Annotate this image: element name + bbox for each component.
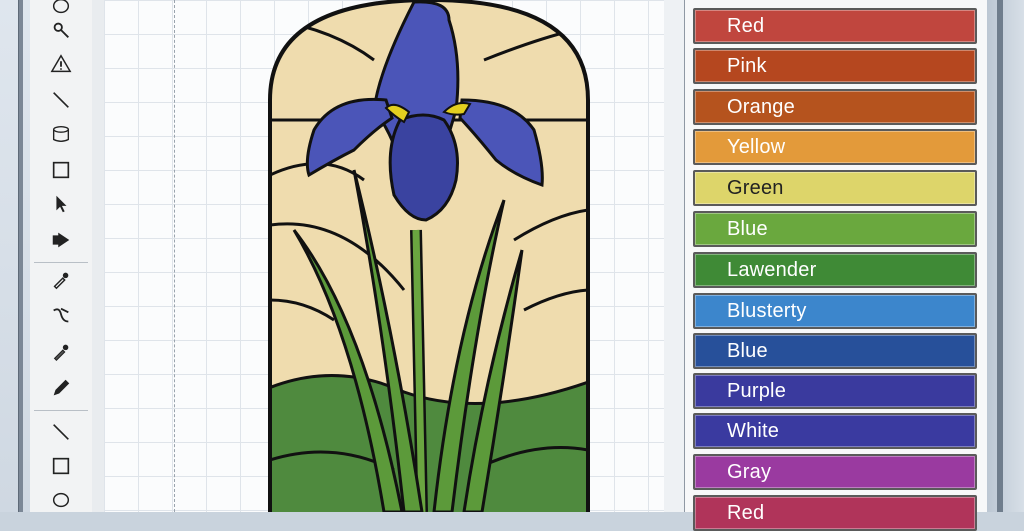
color-swatch-label: Lawender <box>727 259 817 281</box>
color-swatch-label: Purple <box>727 380 787 402</box>
window-right-edge <box>987 0 1024 512</box>
pencil-icon[interactable] <box>36 372 86 404</box>
window-rail-right <box>997 0 1003 512</box>
color-swatch-blusterty[interactable]: Blusterty <box>693 293 977 329</box>
color-swatch-label: Red <box>727 502 765 524</box>
cylinder-icon[interactable] <box>36 118 86 150</box>
rectangle-icon[interactable] <box>36 154 86 186</box>
color-swatch-label: Gray <box>727 461 772 483</box>
pen-icon[interactable] <box>36 14 86 46</box>
color-swatch-label: Orange <box>727 96 795 118</box>
color-swatch-blue[interactable]: Blue <box>693 211 977 247</box>
color-swatch-label: Blue <box>727 218 768 240</box>
color-swatch-label: Yellow <box>727 136 786 158</box>
color-swatch-label: Red <box>727 15 765 37</box>
window-left-edge <box>0 0 31 512</box>
color-swatch-gray[interactable]: Gray <box>693 454 977 490</box>
color-swatch-purple[interactable]: Purple <box>693 373 977 409</box>
color-swatch-label: Pink <box>727 55 767 77</box>
color-swatch-red[interactable]: Red <box>693 495 977 531</box>
eyedropper-icon[interactable] <box>36 264 86 296</box>
color-swatch-pink[interactable]: Pink <box>693 48 977 84</box>
color-swatch-blue[interactable]: Blue <box>693 333 977 369</box>
color-swatch-label: White <box>727 420 780 442</box>
color-swatch-yellow[interactable]: Yellow <box>693 129 977 165</box>
dropper-icon[interactable] <box>36 336 86 368</box>
color-swatch-orange[interactable]: Orange <box>693 89 977 125</box>
line-icon[interactable] <box>36 416 86 448</box>
tool-palette <box>30 0 93 512</box>
color-palette-panel: Red Pink Orange Yellow Green Blue Lawender Blus… <box>684 0 988 531</box>
color-swatch-white[interactable]: White <box>693 413 977 449</box>
window-rail <box>18 0 23 512</box>
stained-glass-artwork <box>268 0 590 512</box>
color-swatch-label: Blusterty <box>727 300 807 322</box>
line-icon[interactable] <box>36 84 86 116</box>
path-icon[interactable] <box>36 300 86 332</box>
color-swatch-label: Green <box>727 177 784 199</box>
triangle-warning-icon[interactable] <box>36 48 86 80</box>
color-swatch-red[interactable]: Red <box>693 8 977 44</box>
fill-arrow-icon[interactable] <box>36 224 86 256</box>
color-swatch-green[interactable]: Green <box>693 170 977 206</box>
drawing-canvas[interactable] <box>104 0 665 512</box>
panel-gap <box>664 0 684 512</box>
color-swatch-lawender[interactable]: Lawender <box>693 252 977 288</box>
rectangle-icon[interactable] <box>36 450 86 482</box>
ellipse-icon[interactable] <box>36 484 86 516</box>
color-swatch-label: Blue <box>727 340 768 362</box>
arrow-cursor-icon[interactable] <box>36 188 86 220</box>
